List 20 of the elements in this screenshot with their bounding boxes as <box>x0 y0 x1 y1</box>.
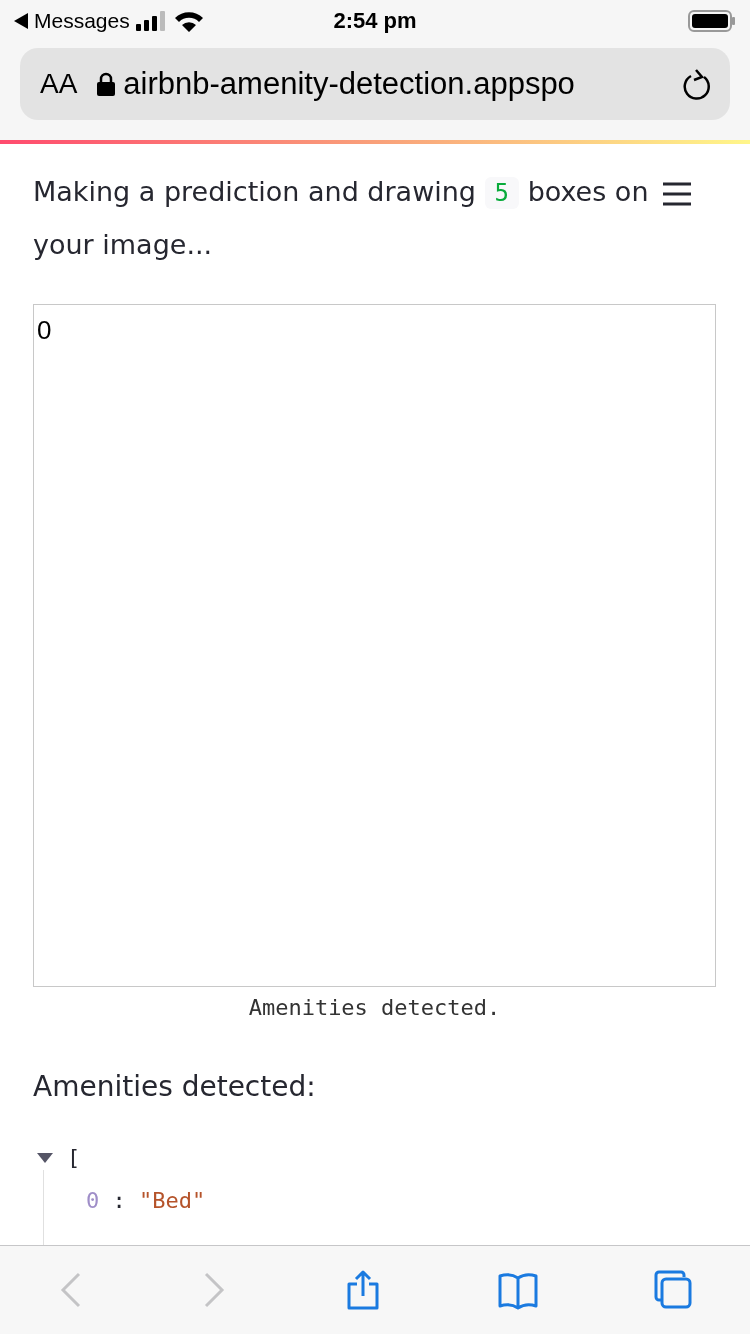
back-app-label[interactable]: Messages <box>34 9 130 33</box>
section-heading: Amenities detected: <box>33 1070 317 1103</box>
wifi-icon <box>173 10 204 32</box>
signal-icon <box>135 11 168 31</box>
back-arrow-icon[interactable] <box>14 13 28 29</box>
lock-icon <box>97 72 116 96</box>
text-size-button[interactable]: AA <box>40 68 78 100</box>
tabs-button[interactable] <box>652 1268 693 1312</box>
json-entry: 0 : "Bed" <box>86 1188 207 1213</box>
menu-icon[interactable] <box>663 182 691 209</box>
image-caption: Amenities detected. <box>248 995 501 1020</box>
clock-time: 2:54 pm <box>333 8 417 34</box>
status-message: Making a prediction and drawing 5 boxes on your image... <box>33 175 650 262</box>
address-bar[interactable]: AA airbnb-amenity-detection.appspo <box>20 48 730 120</box>
json-bracket: [ <box>67 1145 81 1170</box>
caret-icon[interactable] <box>37 1152 53 1163</box>
battery-icon <box>688 10 736 32</box>
image-label: 0 <box>37 315 52 346</box>
reload-icon[interactable] <box>682 68 712 100</box>
url-text: airbnb-amenity-detection.appspo <box>123 66 575 102</box>
